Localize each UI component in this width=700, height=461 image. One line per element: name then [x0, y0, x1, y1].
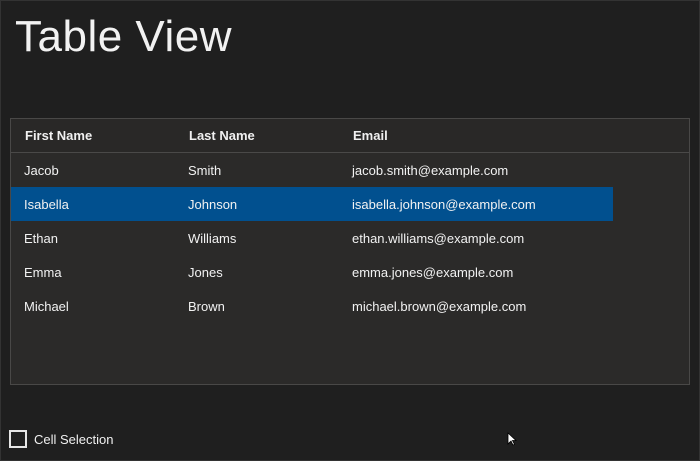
first-name-cell[interactable]: Emma — [11, 265, 175, 280]
last-name-cell[interactable]: Williams — [175, 231, 339, 246]
data-table[interactable]: First Name Last Name Email Jacob Smith j… — [10, 118, 690, 385]
table-header: First Name Last Name Email — [11, 119, 689, 153]
table-row[interactable]: Jacob Smith jacob.smith@example.com — [11, 153, 613, 187]
last-name-cell[interactable]: Brown — [175, 299, 339, 314]
column-header-last-name[interactable]: Last Name — [175, 128, 339, 143]
table-row[interactable]: Isabella Johnson isabella.johnson@exampl… — [11, 187, 613, 221]
cell-selection-checkbox[interactable] — [9, 430, 27, 448]
email-cell[interactable]: ethan.williams@example.com — [339, 231, 609, 246]
last-name-cell[interactable]: Johnson — [175, 197, 339, 212]
first-name-cell[interactable]: Ethan — [11, 231, 175, 246]
column-header-first-name[interactable]: First Name — [11, 128, 175, 143]
table-body: Jacob Smith jacob.smith@example.com Isab… — [11, 153, 689, 323]
email-cell[interactable]: isabella.johnson@example.com — [339, 197, 609, 212]
cell-selection-option[interactable]: Cell Selection — [9, 430, 114, 448]
mouse-pointer-icon — [507, 432, 517, 446]
email-cell[interactable]: emma.jones@example.com — [339, 265, 609, 280]
page-title: Table View — [15, 12, 232, 61]
first-name-cell[interactable]: Isabella — [11, 197, 175, 212]
table-row[interactable]: Ethan Williams ethan.williams@example.co… — [11, 221, 613, 255]
email-cell[interactable]: michael.brown@example.com — [339, 299, 609, 314]
first-name-cell[interactable]: Michael — [11, 299, 175, 314]
table-row[interactable]: Michael Brown michael.brown@example.com — [11, 289, 613, 323]
last-name-cell[interactable]: Jones — [175, 265, 339, 280]
column-header-email[interactable]: Email — [339, 128, 609, 143]
last-name-cell[interactable]: Smith — [175, 163, 339, 178]
cell-selection-label[interactable]: Cell Selection — [34, 432, 114, 447]
first-name-cell[interactable]: Jacob — [11, 163, 175, 178]
email-cell[interactable]: jacob.smith@example.com — [339, 163, 609, 178]
table-row[interactable]: Emma Jones emma.jones@example.com — [11, 255, 613, 289]
